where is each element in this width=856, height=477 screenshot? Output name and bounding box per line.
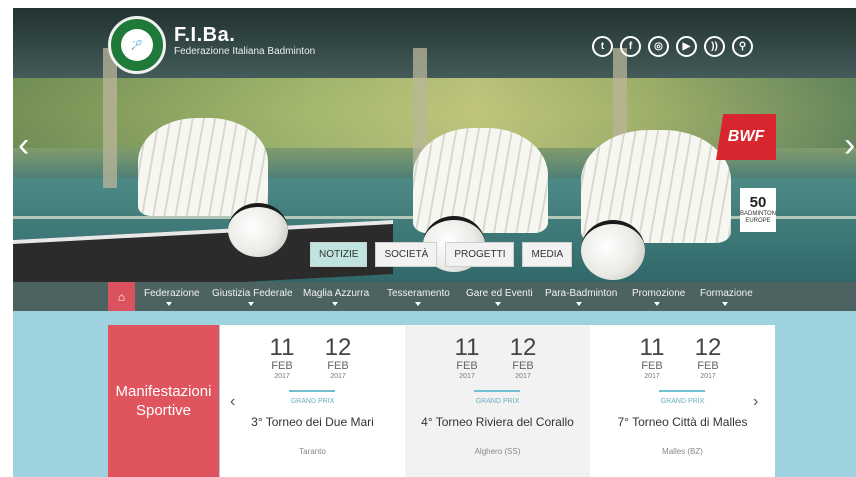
- social-icons: t f ◎ ▶ )) ⚲: [592, 36, 753, 57]
- badminton-europe-number: 50: [749, 194, 767, 211]
- nav-item-maglia-azzurra[interactable]: Maglia Azzurra: [303, 288, 369, 299]
- date-day: 11: [639, 334, 665, 361]
- hero-next-arrow[interactable]: ›: [844, 128, 855, 162]
- event-title[interactable]: 7° Torneo Città di Malles: [590, 415, 775, 429]
- chevron-down-icon: [576, 302, 582, 306]
- nav-item-giustizia[interactable]: Giustizia Federale: [212, 288, 293, 299]
- event-location: Taranto: [299, 447, 326, 456]
- tab-media[interactable]: MEDIA: [522, 242, 573, 267]
- event-category: GRAND PRIX: [290, 398, 335, 405]
- date-day: 11: [454, 334, 480, 361]
- bwf-logo-text: BWF: [727, 128, 765, 145]
- event-category: GRAND PRIX: [660, 398, 705, 405]
- event-category: GRAND PRIX: [475, 398, 520, 405]
- date-month: FEB: [512, 360, 534, 372]
- date-year: 2017: [274, 373, 290, 380]
- rss-icon[interactable]: )): [704, 36, 725, 57]
- chevron-down-icon: [332, 302, 338, 306]
- date-month: FEB: [327, 360, 349, 372]
- brand-title[interactable]: F.I.Ba.: [174, 24, 235, 47]
- event-title[interactable]: 4° Torneo Riviera del Corallo: [405, 415, 590, 429]
- chevron-down-icon: [415, 302, 421, 306]
- nav-item-tesseramento[interactable]: Tesseramento: [387, 288, 450, 299]
- search-icon[interactable]: ⚲: [732, 36, 753, 57]
- event-location: Alghero (SS): [474, 447, 521, 456]
- event-end-date: 12 FEB 2017: [503, 336, 543, 381]
- twitter-icon[interactable]: t: [592, 36, 613, 57]
- facebook-icon[interactable]: f: [620, 36, 641, 57]
- tab-progetti[interactable]: PROGETTI: [445, 242, 515, 267]
- nav-item-formazione[interactable]: Formazione: [700, 288, 753, 299]
- event-divider: [289, 390, 335, 392]
- nav-item-gare-eventi[interactable]: Gare ed Eventi: [466, 288, 533, 299]
- fiba-logo[interactable]: 🏸: [108, 16, 166, 74]
- hero-pillar: [103, 48, 117, 188]
- date-year: 2017: [330, 373, 346, 380]
- shuttlecock-image: [581, 130, 731, 280]
- date-month: FEB: [697, 360, 719, 372]
- chevron-down-icon: [248, 302, 254, 306]
- nav-item-para-badminton[interactable]: Para-Badminton: [545, 288, 617, 299]
- chevron-down-icon: [495, 302, 501, 306]
- date-month: FEB: [641, 360, 663, 372]
- instagram-icon[interactable]: ◎: [648, 36, 669, 57]
- date-year: 2017: [459, 373, 475, 380]
- date-day: 12: [509, 334, 537, 361]
- date-year: 2017: [515, 373, 531, 380]
- date-day: 12: [324, 334, 352, 361]
- date-year: 2017: [644, 373, 660, 380]
- date-year: 2017: [700, 373, 716, 380]
- event-divider: [659, 390, 705, 392]
- home-icon[interactable]: ⌂: [108, 282, 135, 311]
- event-end-date: 12 FEB 2017: [318, 336, 358, 381]
- hero-prev-arrow[interactable]: ‹: [18, 128, 29, 162]
- shuttlecock-image: [138, 118, 288, 257]
- badminton-europe-logo: 50 BADMINTON EUROPE: [740, 188, 776, 232]
- event-end-date: 12 FEB 2017: [688, 336, 728, 381]
- date-month: FEB: [456, 360, 478, 372]
- nav-item-federazione[interactable]: Federazione: [144, 288, 200, 299]
- event-location: Malles (BZ): [662, 447, 703, 456]
- events-next-arrow[interactable]: ›: [753, 393, 758, 411]
- events-heading: Manifestazioni Sportive: [108, 325, 219, 477]
- chevron-down-icon: [654, 302, 660, 306]
- date-day: 12: [694, 334, 722, 361]
- chevron-down-icon: [166, 302, 172, 306]
- events-heading-line2: Sportive: [135, 402, 192, 419]
- youtube-icon[interactable]: ▶: [676, 36, 697, 57]
- shuttle-icon: 🏸: [131, 39, 143, 50]
- brand-subtitle: Federazione Italiana Badminton: [174, 46, 316, 57]
- tab-notizie[interactable]: NOTIZIE: [310, 242, 368, 267]
- hero-tabs: NOTIZIE SOCIETÀ PROGETTI MEDIA: [310, 242, 573, 267]
- tab-societa[interactable]: SOCIETÀ: [375, 242, 438, 267]
- events-heading-line1: Manifestazioni: [115, 383, 212, 400]
- event-title[interactable]: 3° Torneo dei Due Mari: [220, 415, 405, 429]
- event-start-date: 11 FEB 2017: [262, 336, 302, 381]
- event-start-date: 11 FEB 2017: [632, 336, 672, 381]
- date-month: FEB: [271, 360, 293, 372]
- nav-item-promozione[interactable]: Promozione: [632, 288, 685, 299]
- badminton-europe-text: BADMINTON EUROPE: [740, 211, 776, 224]
- event-start-date: 11 FEB 2017: [447, 336, 487, 381]
- bwf-logo: BWF: [716, 114, 776, 160]
- events-prev-arrow[interactable]: ‹: [230, 393, 235, 411]
- event-divider: [474, 390, 520, 392]
- chevron-down-icon: [722, 302, 728, 306]
- date-day: 11: [269, 334, 295, 361]
